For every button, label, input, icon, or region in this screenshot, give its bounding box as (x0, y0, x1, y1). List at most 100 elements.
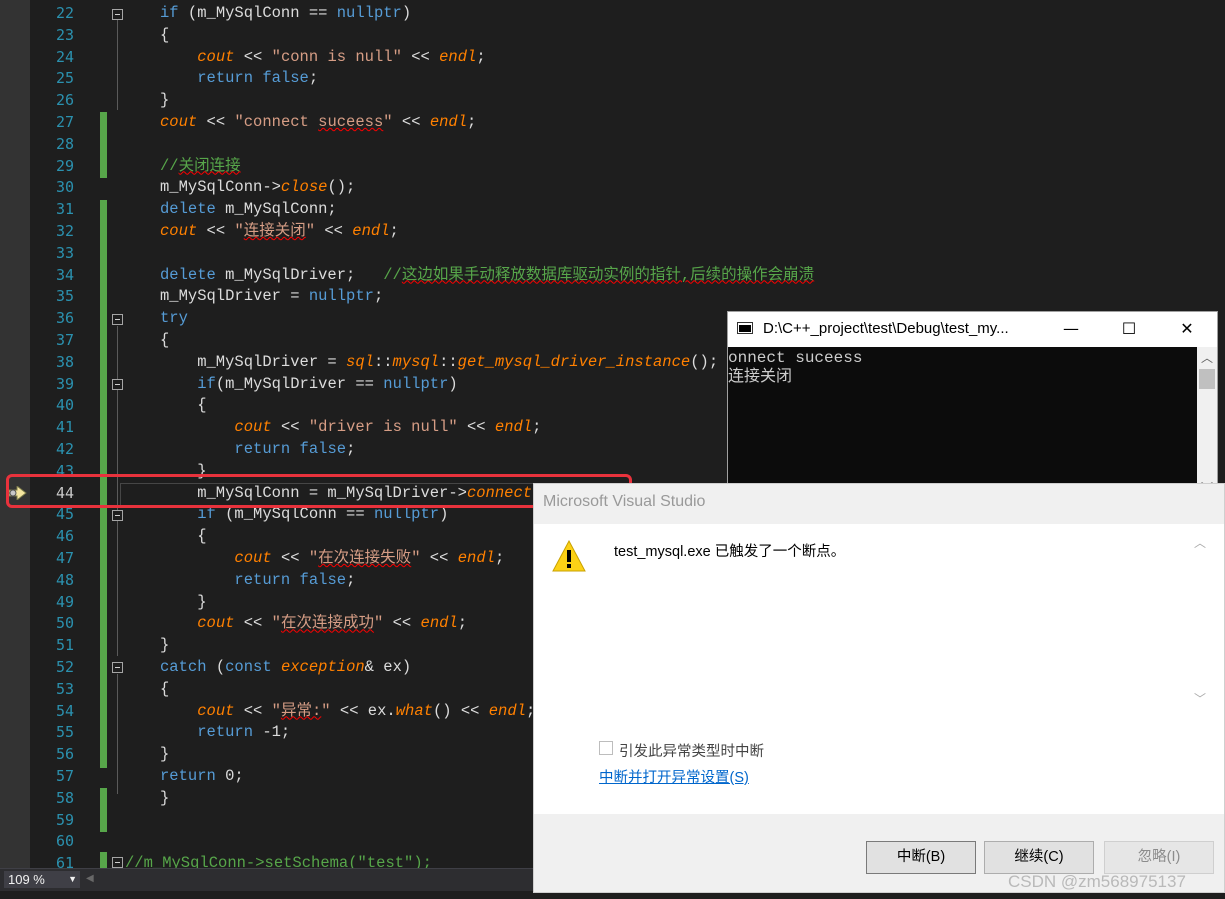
line-number: 58 (55, 788, 74, 807)
code-line[interactable]: } (160, 635, 169, 657)
line-number: 34 (55, 265, 74, 284)
console-title: D:\C++_project\test\Debug\test_my... (763, 320, 1009, 337)
code-line[interactable]: if (m_MySqlConn == nullptr) (160, 3, 411, 25)
code-line[interactable]: cout << "连接关闭" << endl; (160, 221, 399, 243)
scroll-up-icon[interactable]: ︿ (1201, 349, 1213, 366)
code-line[interactable]: return false; (160, 439, 355, 461)
indent-guide (117, 674, 118, 794)
maximize-button[interactable]: ☐ (1100, 312, 1158, 347)
code-line[interactable]: { (160, 679, 169, 701)
line-number: 37 (55, 331, 74, 349)
line-number: 57 (55, 767, 74, 785)
code-line[interactable]: { (160, 395, 206, 417)
line-number: 24 (55, 47, 74, 66)
line-number: 36 (55, 309, 74, 328)
code-line[interactable]: delete m_MySqlDriver; //这边如果手动释放数据库驱动实例的… (160, 265, 814, 287)
console-titlebar[interactable]: D:\C++_project\test\Debug\test_my... — ☐… (728, 312, 1217, 347)
line-number: 42 (55, 440, 74, 458)
scroll-left-icon[interactable]: ◀ (86, 873, 94, 884)
line-number: 40 (55, 396, 74, 415)
fold-toggle[interactable] (112, 510, 123, 521)
code-line[interactable]: catch (const exception& ex) (160, 657, 411, 679)
ignore-button[interactable]: 忽略(I) (1104, 841, 1214, 874)
line-number: 28 (55, 134, 74, 153)
code-line[interactable]: cout << "driver is null" << endl; (160, 417, 541, 439)
console-line: 连接关闭 (728, 368, 793, 386)
scroll-thumb[interactable] (1199, 369, 1215, 389)
dialog-message: test_mysql.exe 已触发了一个断点。 (614, 544, 846, 560)
line-number: 23 (55, 25, 74, 44)
continue-button[interactable]: 继续(C) (984, 841, 1094, 874)
code-line[interactable]: { (160, 25, 169, 47)
chevron-down-icon: ▼ (68, 874, 77, 884)
close-button[interactable]: ✕ (1158, 312, 1216, 347)
line-number: 30 (55, 178, 74, 197)
fold-toggle[interactable] (112, 379, 123, 390)
editor-statusbar: 109 % ▼ ◀ (0, 868, 534, 891)
line-number: 38 (55, 352, 74, 371)
code-line[interactable]: } (160, 592, 206, 614)
line-number: 41 (55, 418, 74, 437)
code-line[interactable]: { (160, 330, 169, 352)
code-line[interactable]: cout << "在次连接失败" << endl; (160, 548, 504, 570)
line-number: 60 (55, 832, 74, 851)
code-line[interactable]: return 0; (160, 766, 244, 788)
code-line[interactable]: delete m_MySqlConn; (160, 199, 337, 221)
breakpoint-dialog[interactable]: Microsoft Visual Studio test_mysql.exe 已… (533, 483, 1225, 893)
code-line[interactable]: } (160, 90, 169, 112)
code-line[interactable]: return -1; (160, 722, 290, 744)
code-line[interactable]: return false; (160, 570, 355, 592)
code-line[interactable]: m_MySqlDriver = nullptr; (160, 286, 383, 308)
code-line[interactable]: try (160, 308, 188, 330)
scroll-down-icon[interactable]: ﹀ (1194, 690, 1206, 707)
line-number: 46 (55, 527, 74, 546)
console-line: onnect suceess (728, 349, 863, 367)
open-exception-settings-link[interactable]: 中断并打开异常设置(S) (599, 766, 749, 787)
change-bar (100, 112, 107, 178)
dialog-title: Microsoft Visual Studio (543, 493, 706, 510)
line-number: 50 (55, 614, 74, 633)
code-line[interactable]: return false; (160, 68, 318, 90)
console-output[interactable]: onnect suceess 连接关闭 (728, 347, 1197, 498)
code-line[interactable]: } (160, 788, 169, 810)
line-number: 51 (55, 636, 74, 655)
line-number: 22 (55, 4, 74, 22)
watermark: CSDN @zm568975137 (1008, 872, 1186, 891)
code-line[interactable]: { (160, 526, 206, 548)
indicator-margin[interactable] (0, 0, 30, 870)
line-number: 48 (55, 570, 74, 589)
code-line[interactable]: m_MySqlDriver = sql::mysql::get_mysql_dr… (160, 352, 718, 374)
line-number: 55 (55, 723, 74, 742)
code-line[interactable]: } (160, 744, 169, 766)
break-button[interactable]: 中断(B) (866, 841, 976, 874)
fold-toggle[interactable] (112, 662, 123, 673)
code-line[interactable]: cout << "异常:" << ex.what() << endl; (160, 701, 535, 723)
fold-toggle[interactable] (112, 314, 123, 325)
code-line[interactable]: if(m_MySqlDriver == nullptr) (160, 374, 457, 396)
warning-icon (552, 540, 586, 572)
line-number: 52 (55, 658, 74, 676)
code-line[interactable]: m_MySqlConn->close(); (160, 177, 355, 199)
scroll-up-icon[interactable]: ︿ (1194, 534, 1206, 551)
code-line[interactable]: cout << "connect suceess" << endl; (160, 112, 476, 134)
zoom-value: 109 % (8, 872, 45, 887)
fold-toggle[interactable] (112, 857, 123, 868)
code-line[interactable]: //关闭连接 (160, 156, 241, 178)
checkbox-label: 引发此异常类型时中断 (619, 744, 764, 760)
minimize-button[interactable]: — (1042, 312, 1100, 347)
fold-toggle[interactable] (112, 9, 123, 20)
line-number: 33 (55, 243, 74, 262)
line-number: 35 (55, 287, 74, 306)
code-line[interactable]: cout << "在次连接成功" << endl; (160, 613, 467, 635)
line-number: 49 (55, 592, 74, 611)
line-number: 47 (55, 549, 74, 567)
line-number: 31 (55, 200, 74, 219)
console-vertical-scrollbar[interactable]: ︿ ﹀ (1197, 347, 1217, 498)
break-on-exception-checkbox[interactable] (599, 741, 613, 755)
line-number: 54 (55, 701, 74, 720)
line-number: 27 (55, 113, 74, 131)
code-line[interactable]: cout << "conn is null" << endl; (160, 47, 485, 69)
zoom-select[interactable]: 109 % ▼ (4, 871, 80, 888)
line-number: 25 (55, 69, 74, 88)
line-number: 29 (55, 156, 74, 175)
